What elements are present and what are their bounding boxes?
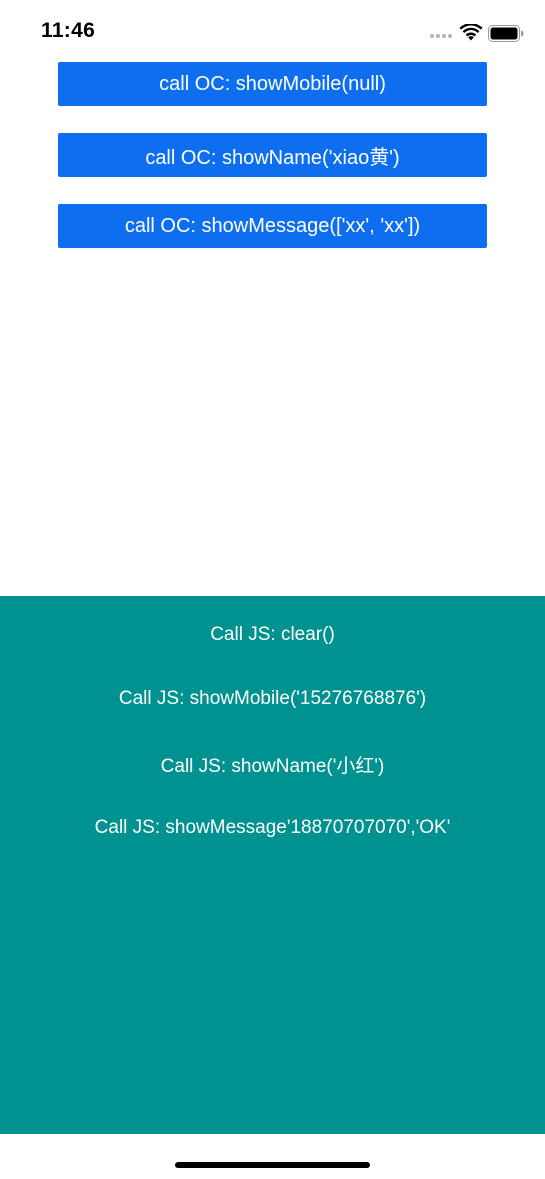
native-button-panel: Call JS: clear() Call JS: showMobile('15… (0, 596, 545, 1134)
call-js-clear-button[interactable]: Call JS: clear() (0, 615, 545, 655)
status-time: 11:46 (41, 19, 96, 42)
call-js-show-mobile-button[interactable]: Call JS: showMobile('15276768876') (0, 679, 545, 719)
status-bar: 11:46 (0, 0, 545, 62)
battery-icon (488, 25, 524, 42)
cellular-signal-icon (430, 34, 452, 38)
app-screen: 11:46 call OC: showMobile(null) call OC:… (0, 0, 545, 1179)
call-js-show-name-button[interactable]: Call JS: showName('小红') (0, 744, 545, 784)
call-oc-show-name-button[interactable]: call OC: showName('xiao黄') (58, 133, 487, 177)
call-oc-show-message-button[interactable]: call OC: showMessage(['xx', 'xx']) (58, 204, 487, 248)
wifi-icon (459, 24, 483, 41)
call-oc-show-mobile-button[interactable]: call OC: showMobile(null) (58, 62, 487, 106)
call-js-show-message-button[interactable]: Call JS: showMessage'18870707070','OK' (0, 808, 545, 848)
home-indicator[interactable] (175, 1162, 370, 1168)
